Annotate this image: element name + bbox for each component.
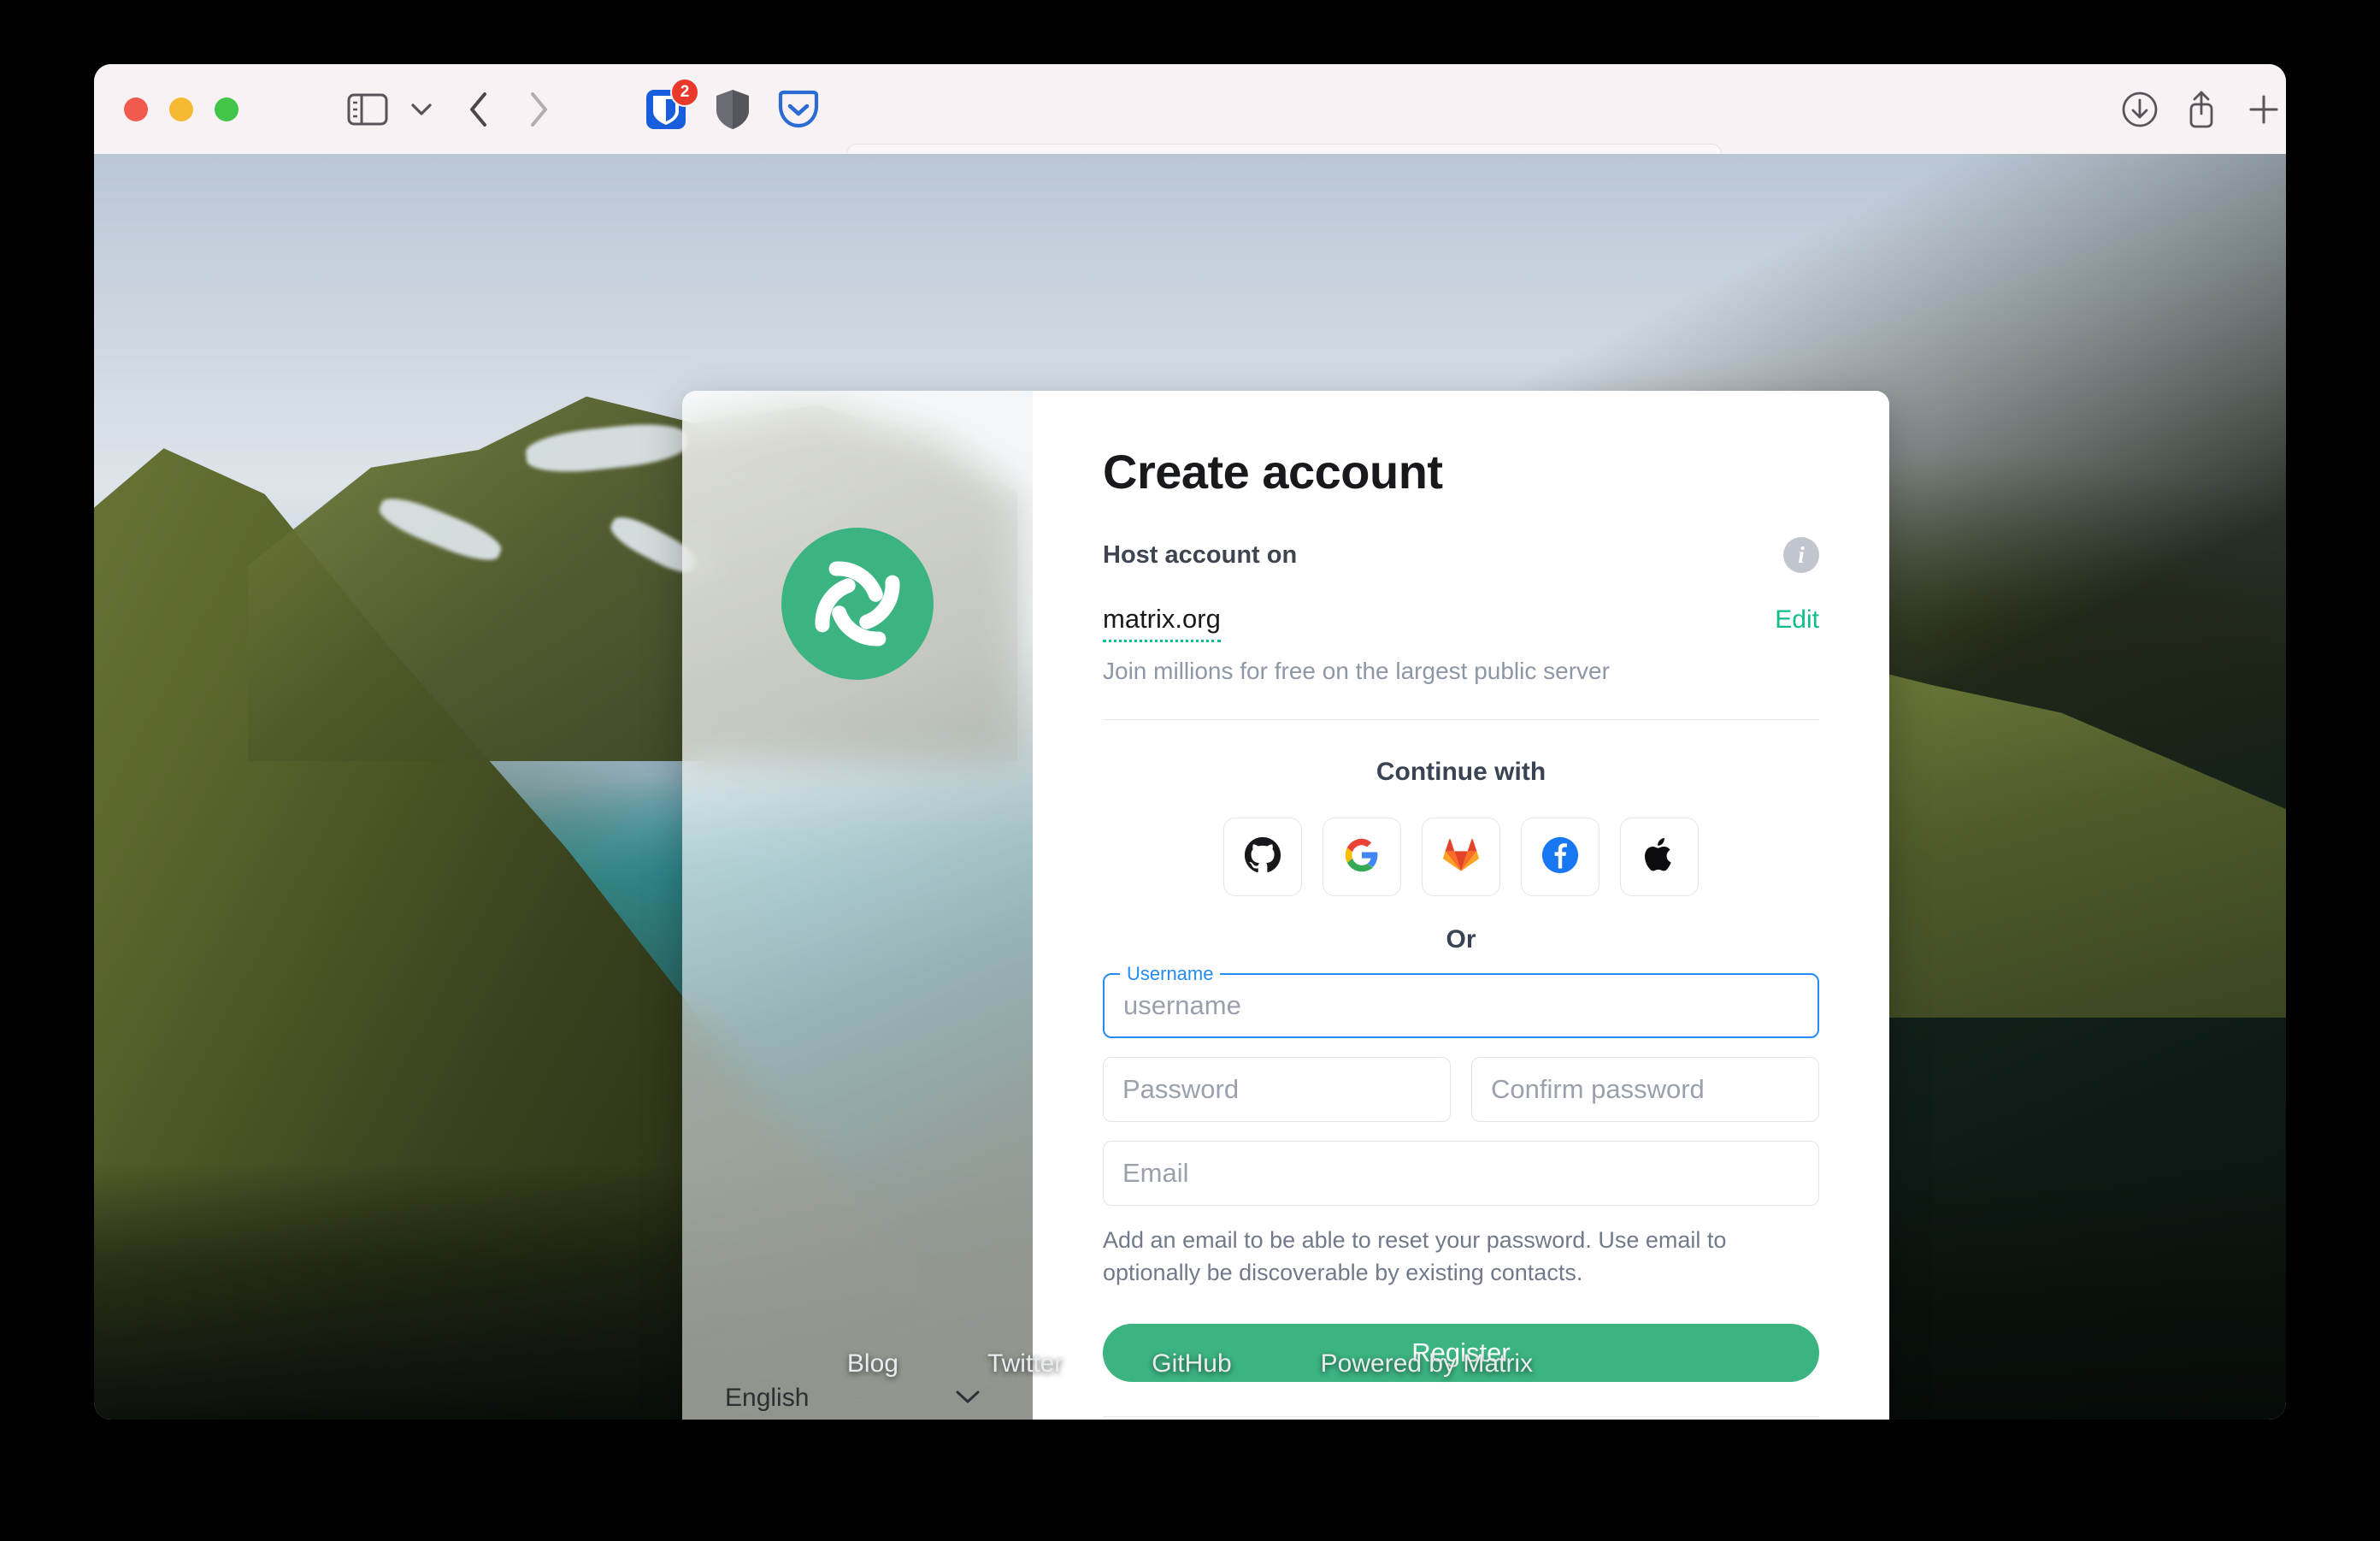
share-up-icon[interactable] — [2183, 89, 2220, 130]
github-icon — [1244, 836, 1281, 878]
divider — [1103, 1415, 1819, 1417]
minimize-window-button[interactable] — [169, 97, 193, 121]
sso-google-button[interactable] — [1323, 818, 1401, 896]
apple-icon — [1642, 835, 1676, 879]
divider — [1103, 719, 1819, 720]
chevron-down-icon[interactable] — [409, 97, 434, 122]
auth-card-sidebar: English — [682, 391, 1033, 1420]
bitwarden-extension-button[interactable]: 2 — [644, 77, 699, 132]
language-selector[interactable]: English — [725, 1375, 981, 1420]
sso-facebook-button[interactable] — [1521, 818, 1599, 896]
continue-with-heading: Continue with — [1376, 758, 1546, 786]
username-label: Username — [1120, 963, 1221, 985]
zoom-window-button[interactable] — [215, 97, 239, 121]
browser-toolbar: 2 app.element.io A文 — [94, 64, 2286, 197]
sidebar-icon[interactable] — [345, 92, 391, 127]
close-window-button[interactable] — [124, 97, 148, 121]
confirm-password-input[interactable]: Confirm password — [1471, 1057, 1819, 1122]
chevron-right-icon[interactable] — [521, 90, 556, 129]
password-row: Password Confirm password — [1103, 1057, 1819, 1122]
extension-badge-count: 2 — [670, 77, 699, 107]
footer-link-blog[interactable]: Blog — [847, 1349, 898, 1379]
shield-half-icon[interactable] — [712, 87, 753, 132]
element-logo-icon — [781, 528, 934, 680]
gitlab-icon — [1443, 837, 1479, 877]
sso-apple-button[interactable] — [1620, 818, 1699, 896]
footer-powered-by: Powered by Matrix — [1320, 1349, 1534, 1378]
chevron-down-icon — [954, 1388, 981, 1409]
download-arrow-icon[interactable] — [2120, 90, 2159, 129]
email-help-text: Add an email to be able to reset your pa… — [1103, 1227, 1727, 1285]
page-title: Create account — [1103, 445, 1443, 499]
page-content: English Create account Host account on i… — [94, 154, 2286, 1420]
window-controls — [124, 97, 239, 121]
host-account-label: Host account on — [1103, 540, 1298, 569]
auth-card: English Create account Host account on i… — [682, 391, 1889, 1420]
email-input[interactable]: Email — [1103, 1141, 1819, 1206]
email-placeholder: Email — [1122, 1158, 1189, 1188]
chevron-left-icon[interactable] — [462, 90, 496, 129]
footer-link-twitter[interactable]: Twitter — [987, 1349, 1063, 1379]
facebook-icon — [1541, 836, 1579, 878]
google-icon — [1344, 837, 1380, 877]
page-footer: Blog Twitter GitHub Powered by Matrix — [94, 1349, 2286, 1379]
language-label: English — [725, 1384, 810, 1412]
password-input[interactable]: Password — [1103, 1057, 1451, 1122]
server-name[interactable]: matrix.org — [1103, 604, 1221, 642]
or-separator: Or — [1446, 925, 1476, 954]
username-placeholder: username — [1123, 990, 1241, 1020]
browser-window: 2 app.element.io A文 — [94, 64, 2286, 1420]
confirm-password-placeholder: Confirm password — [1491, 1074, 1705, 1104]
plus-icon[interactable] — [2245, 91, 2283, 128]
pocket-icon[interactable] — [776, 89, 821, 130]
server-row: matrix.org Edit — [1103, 604, 1819, 642]
server-description: Join millions for free on the largest pu… — [1103, 658, 1610, 684]
footer-link-github[interactable]: GitHub — [1152, 1349, 1231, 1379]
sso-provider-row — [1103, 818, 1819, 896]
registration-form: Username username Password Confirm passw… — [1103, 963, 1819, 1382]
host-account-row: Host account on i — [1103, 537, 1819, 573]
auth-card-main: Create account Host account on i matrix.… — [1033, 391, 1889, 1420]
sso-gitlab-button[interactable] — [1422, 818, 1500, 896]
username-input[interactable]: Username username — [1103, 963, 1819, 1038]
edit-server-link[interactable]: Edit — [1775, 605, 1819, 635]
info-icon[interactable]: i — [1783, 537, 1819, 573]
password-placeholder: Password — [1122, 1074, 1240, 1104]
sso-github-button[interactable] — [1223, 818, 1302, 896]
